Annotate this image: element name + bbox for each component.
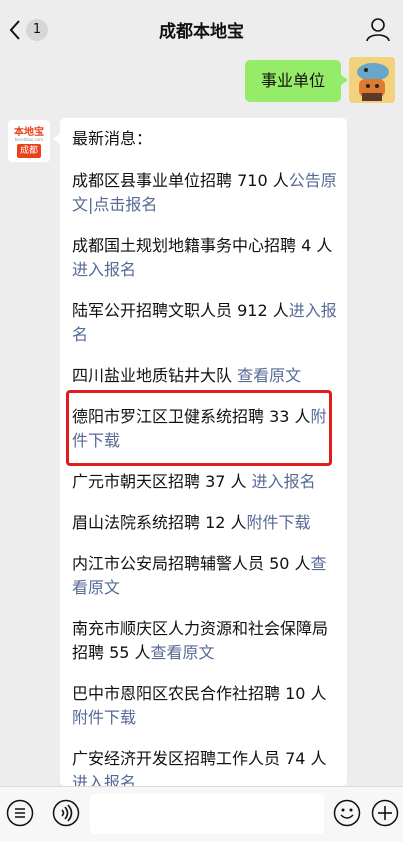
news-item: 陆军公开招聘文职人员 912 人进入报名 [72, 299, 340, 347]
news-item: 四川盐业地质钻井大队 查看原文 [72, 364, 340, 388]
news-item-text: 巴中市恩阳区农民合作社招聘 10 人 [72, 684, 327, 703]
news-item-text: 成都国土规划地籍事务中心招聘 4 人 [72, 236, 333, 255]
input-bar [0, 786, 403, 842]
news-item-text: 内江市公安局招聘辅警人员 50 人 [72, 554, 311, 573]
news-item-text: 成都区县事业单位招聘 710 人 [72, 171, 289, 190]
highlight-box [66, 390, 332, 466]
news-item-link[interactable]: 进入报名 [72, 773, 136, 786]
chat-title: 成都本地宝 [159, 22, 244, 42]
news-item-link[interactable]: 附件下载 [72, 708, 136, 727]
news-item: 广安经济开发区招聘工作人员 74 人进入报名 [72, 747, 340, 786]
news-item: 广元市朝天区招聘 37 人 进入报名 [72, 470, 340, 494]
news-item-text: 四川盐业地质钻井大队 [72, 366, 233, 385]
logo-text: 本地宝 [14, 127, 44, 138]
news-item-link[interactable]: 附件下载 [247, 513, 311, 532]
message-input[interactable] [90, 794, 324, 834]
profile-icon[interactable] [365, 16, 391, 42]
news-item-text: 陆军公开招聘文职人员 912 人 [72, 301, 289, 320]
news-item-text: 广元市朝天区招聘 37 人 [72, 472, 247, 491]
plus-icon[interactable] [371, 799, 399, 827]
news-item-text: 广安经济开发区招聘工作人员 74 人 [72, 749, 327, 768]
news-item: 巴中市恩阳区农民合作社招聘 10 人附件下载 [72, 682, 340, 730]
user-avatar[interactable] [349, 57, 395, 103]
news-heading: 最新消息： [72, 129, 153, 148]
news-item-text: 眉山法院系统招聘 12 人 [72, 513, 247, 532]
logo-subtext: bendibao.com [14, 137, 44, 142]
official-account-avatar[interactable]: 本地宝 bendibao.com 成都 [8, 120, 50, 162]
news-item: 成都国土规划地籍事务中心招聘 4 人进入报名 [72, 234, 340, 282]
news-item: 成都区县事业单位招聘 710 人公告原文|点击报名 [72, 169, 340, 217]
news-item-link[interactable]: 查看原文 [151, 643, 215, 662]
logo-city-badge: 成都 [17, 144, 41, 158]
news-item: 内江市公安局招聘辅警人员 50 人查看原文 [72, 552, 340, 600]
news-item-link[interactable]: 进入报名 [72, 260, 136, 279]
menu-list-icon[interactable] [6, 799, 34, 827]
user-avatar-image [349, 57, 395, 103]
sent-message-bubble[interactable]: 事业单位 [244, 60, 349, 102]
news-item-link[interactable]: 进入报名 [252, 472, 316, 491]
emoji-icon[interactable] [333, 799, 361, 827]
top-bar: 1 成都本地宝 [0, 0, 403, 58]
news-item-link[interactable]: 查看原文 [237, 366, 301, 385]
news-item: 眉山法院系统招聘 12 人附件下载 [72, 511, 340, 535]
news-item: 南充市顺庆区人力资源和社会保障局招聘 55 人查看原文 [72, 617, 340, 665]
voice-input-icon[interactable] [52, 799, 80, 827]
